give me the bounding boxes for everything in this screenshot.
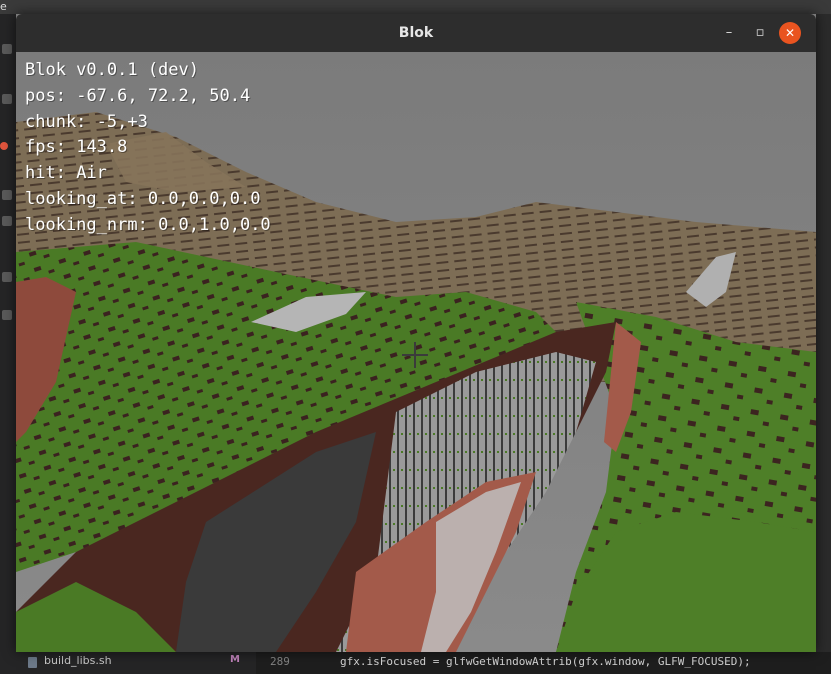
hud-hit-label: hit:: [25, 163, 66, 184]
maximize-button[interactable]: ▫: [749, 22, 771, 44]
hud-looking-nrm-label: looking_nrm:: [25, 214, 148, 235]
hud-position-value: -67.6, 72.2, 50.4: [76, 85, 251, 106]
explorer-file-row[interactable]: build_libs.sh M: [16, 652, 256, 674]
hud-position-label: pos:: [25, 85, 66, 106]
files-icon[interactable]: [2, 44, 12, 54]
debug-icon[interactable]: [2, 190, 12, 200]
hud-position-row: pos: -67.6, 72.2, 50.4: [25, 84, 271, 110]
hud-hit-value: Air: [76, 163, 107, 184]
extensions-icon[interactable]: [2, 216, 12, 226]
line-number: 289: [270, 655, 290, 668]
hud-hit-row: hit: Air: [25, 161, 271, 187]
hud-version: Blok v0.0.1 (dev): [25, 60, 199, 80]
search-icon[interactable]: [2, 94, 12, 104]
code-line: gfx.isFocused = glfwGetWindowAttrib(gfx.…: [340, 655, 751, 668]
hud-chunk-label: chunk:: [25, 111, 87, 132]
hud-fps-value: 143.8: [76, 137, 128, 158]
close-button[interactable]: ✕: [779, 22, 801, 44]
hud-looking-at-label: looking_at:: [25, 188, 138, 209]
crosshair-icon: [402, 342, 428, 368]
hud-looking-at-value: 0.0,0.0,0.0: [147, 188, 261, 209]
window-title: Blok: [398, 25, 434, 41]
desktop-top-bar: e: [0, 0, 831, 14]
hud-looking-at-row: looking_at: 0.0,0.0,0.0: [25, 187, 271, 213]
window-titlebar[interactable]: Blok – ▫ ✕: [16, 14, 816, 52]
editor-activity-bar: [0, 14, 16, 674]
hud-fps-row: fps: 143.8: [25, 135, 271, 161]
file-modified-badge: M: [230, 654, 240, 665]
hud-chunk-row: chunk: -5,+3: [25, 110, 271, 136]
game-window: Blok – ▫ ✕ Blok v0.0.1 (dev) pos: -67.6,…: [16, 14, 816, 652]
hud-looking-nrm-row: looking_nrm: 0.0,1.0,0.0: [25, 213, 271, 239]
desktop-corner-letter: e: [0, 0, 7, 13]
hud-chunk-value: -5,+3: [96, 111, 148, 132]
game-viewport[interactable]: Blok v0.0.1 (dev) pos: -67.6, 72.2, 50.4…: [16, 52, 816, 652]
account-icon[interactable]: [2, 310, 12, 320]
editor-background-row: build_libs.sh M 289 gfx.isFocused = glfw…: [16, 652, 831, 674]
file-icon: [28, 657, 37, 668]
hud-fps-label: fps:: [25, 137, 66, 158]
hud-looking-nrm-value: 0.0,1.0,0.0: [158, 214, 271, 235]
minimize-button[interactable]: –: [718, 22, 740, 44]
settings-icon[interactable]: [2, 272, 12, 282]
file-name: build_libs.sh: [44, 654, 112, 667]
debug-hud: Blok v0.0.1 (dev) pos: -67.6, 72.2, 50.4…: [25, 58, 271, 239]
notification-badge-icon: [0, 142, 8, 150]
